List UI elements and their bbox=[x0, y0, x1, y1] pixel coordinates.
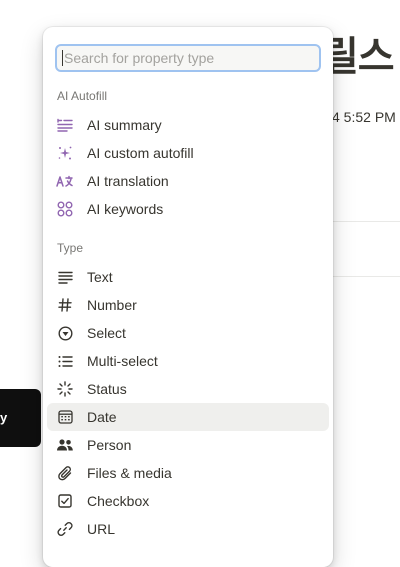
tooltip-text: y bbox=[0, 410, 8, 425]
menu-item-label: Multi-select bbox=[87, 353, 158, 369]
menu-item-ai-translation[interactable]: AI translation bbox=[47, 167, 329, 195]
status-icon bbox=[56, 380, 74, 398]
keywords-icon bbox=[56, 200, 74, 218]
divider bbox=[330, 276, 400, 277]
property-search-field[interactable] bbox=[55, 44, 321, 72]
menu-item-select[interactable]: Select bbox=[47, 319, 329, 347]
select-icon bbox=[56, 324, 74, 342]
menu-item-ai-custom-autofill[interactable]: AI custom autofill bbox=[47, 139, 329, 167]
menu-item-number[interactable]: Number bbox=[47, 291, 329, 319]
tooltip: y bbox=[0, 389, 41, 447]
menu-item-ai-summary[interactable]: AI summary bbox=[47, 111, 329, 139]
text-caret bbox=[62, 50, 63, 66]
menu-item-label: Number bbox=[87, 297, 137, 313]
menu-item-label: AI summary bbox=[87, 117, 162, 133]
menu-item-multi-select[interactable]: Multi-select bbox=[47, 347, 329, 375]
hash-icon bbox=[56, 296, 74, 314]
menu-item-text[interactable]: Text bbox=[47, 263, 329, 291]
translate-icon bbox=[56, 172, 74, 190]
menu-item-label: AI keywords bbox=[87, 201, 164, 217]
list-icon bbox=[56, 352, 74, 370]
property-search-input[interactable] bbox=[64, 50, 319, 66]
menu-item-label: AI translation bbox=[87, 173, 169, 189]
menu-item-files-media[interactable]: Files & media bbox=[47, 459, 329, 487]
checkbox-icon bbox=[56, 492, 74, 510]
ai-summary-icon bbox=[56, 116, 74, 134]
people-icon bbox=[56, 436, 74, 454]
menu-item-status[interactable]: Status bbox=[47, 375, 329, 403]
menu-item-url[interactable]: URL bbox=[47, 515, 329, 543]
menu-item-label: Checkbox bbox=[87, 493, 150, 509]
section-label-type: Type bbox=[57, 241, 84, 255]
menu-item-label: AI custom autofill bbox=[87, 145, 194, 161]
menu-item-label: Person bbox=[87, 437, 132, 453]
menu-item-date[interactable]: Date bbox=[47, 403, 329, 431]
menu-item-label: Status bbox=[87, 381, 127, 397]
menu-item-checkbox[interactable]: Checkbox bbox=[47, 487, 329, 515]
property-type-menu: AI Autofill AI summary AI custom autofil… bbox=[43, 27, 333, 567]
text-lines-icon bbox=[56, 268, 74, 286]
paperclip-icon bbox=[56, 464, 74, 482]
menu-item-label: Select bbox=[87, 325, 126, 341]
calendar-icon bbox=[56, 408, 74, 426]
menu-item-label: Date bbox=[87, 409, 117, 425]
menu-item-label: URL bbox=[87, 521, 116, 537]
divider bbox=[330, 221, 400, 222]
section-label-ai-autofill: AI Autofill bbox=[57, 89, 108, 103]
link-icon bbox=[56, 520, 74, 538]
sparkle-icon bbox=[56, 144, 74, 162]
menu-item-label: Files & media bbox=[87, 465, 172, 481]
menu-item-person[interactable]: Person bbox=[47, 431, 329, 459]
menu-item-label: Text bbox=[87, 269, 113, 285]
menu-item-ai-keywords[interactable]: AI keywords bbox=[47, 195, 329, 223]
created-time-value: 4 5:52 PM bbox=[332, 109, 396, 125]
